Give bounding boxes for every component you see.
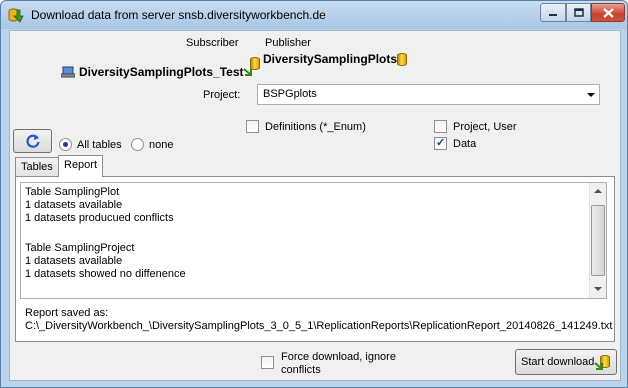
minimize-button[interactable] bbox=[540, 3, 566, 22]
publisher-database-icon bbox=[397, 53, 407, 66]
all-tables-label: All tables bbox=[77, 139, 122, 151]
none-radio[interactable] bbox=[131, 138, 144, 151]
force-download-label-line2: conflicts bbox=[281, 364, 321, 376]
data-checkbox[interactable] bbox=[434, 136, 447, 150]
publisher-db-name: DiversitySamplingPlots bbox=[263, 52, 398, 66]
close-button[interactable] bbox=[591, 3, 625, 22]
project-user-label: Project, User bbox=[453, 121, 517, 133]
report-line: 1 datasets available bbox=[25, 199, 123, 211]
download-window-icon bbox=[8, 8, 24, 23]
data-label: Data bbox=[453, 138, 477, 150]
tab-report-label: Report bbox=[64, 159, 98, 171]
title-bar[interactable]: Download data from server snsb.diversity… bbox=[1, 1, 627, 29]
report-line: 1 datasets showed no diffenence bbox=[25, 268, 186, 280]
scrollbar-thumb[interactable] bbox=[591, 205, 605, 276]
report-saved-label: Report saved as: bbox=[25, 307, 109, 319]
force-download-checkbox[interactable] bbox=[261, 356, 274, 369]
download-arrow-icon bbox=[243, 68, 252, 76]
publisher-label: Publisher bbox=[265, 37, 311, 49]
maximize-icon bbox=[573, 8, 584, 17]
tab-tables-label: Tables bbox=[21, 161, 53, 173]
start-download-label: Start download bbox=[521, 356, 595, 368]
subscriber-db-name: DiversitySamplingPlots_Test bbox=[79, 65, 244, 79]
report-line: Table SamplingPlot bbox=[25, 186, 120, 198]
minimize-icon bbox=[549, 13, 557, 16]
project-label: Project: bbox=[203, 89, 241, 101]
download-dialog-window: Download data from server snsb.diversity… bbox=[0, 0, 628, 388]
scroll-down-icon[interactable] bbox=[594, 287, 602, 291]
laptop-icon bbox=[61, 66, 75, 78]
project-select-value: BSPGplots bbox=[263, 88, 317, 100]
all-tables-radio[interactable] bbox=[59, 138, 72, 151]
force-download-label-line1: Force download, ignore bbox=[281, 351, 396, 363]
none-label: none bbox=[149, 139, 174, 151]
start-download-button[interactable]: Start download bbox=[515, 349, 617, 375]
definitions-checkbox[interactable] bbox=[246, 120, 259, 133]
report-line: Table SamplingProject bbox=[25, 242, 135, 254]
window-title: Download data from server snsb.diversity… bbox=[31, 8, 326, 22]
definitions-label: Definitions (*_Enum) bbox=[265, 121, 366, 133]
tab-tables[interactable]: Tables bbox=[15, 157, 59, 177]
project-user-checkbox[interactable] bbox=[434, 120, 447, 133]
report-scrollbar[interactable] bbox=[589, 183, 606, 298]
start-download-arrow-icon bbox=[594, 362, 603, 370]
report-textbox[interactable]: Table SamplingPlot 1 datasets available … bbox=[20, 182, 607, 299]
refresh-button[interactable] bbox=[13, 129, 52, 153]
tab-report[interactable]: Report bbox=[58, 155, 104, 177]
dialog-client-area: Subscriber Publisher DiversitySamplingPl… bbox=[9, 30, 621, 381]
subscriber-label: Subscriber bbox=[186, 37, 239, 49]
report-line: 1 datasets available bbox=[25, 255, 123, 267]
report-line: 1 datasets producued conflicts bbox=[25, 212, 174, 224]
report-saved-path: C:\_DiversityWorkbench_\DiversitySamplin… bbox=[25, 320, 613, 332]
chevron-down-icon[interactable] bbox=[587, 93, 595, 97]
refresh-icon bbox=[25, 134, 40, 148]
close-icon bbox=[602, 7, 614, 18]
project-select[interactable]: BSPGplots bbox=[257, 84, 600, 105]
maximize-button[interactable] bbox=[566, 3, 591, 22]
scroll-up-icon[interactable] bbox=[594, 189, 602, 193]
